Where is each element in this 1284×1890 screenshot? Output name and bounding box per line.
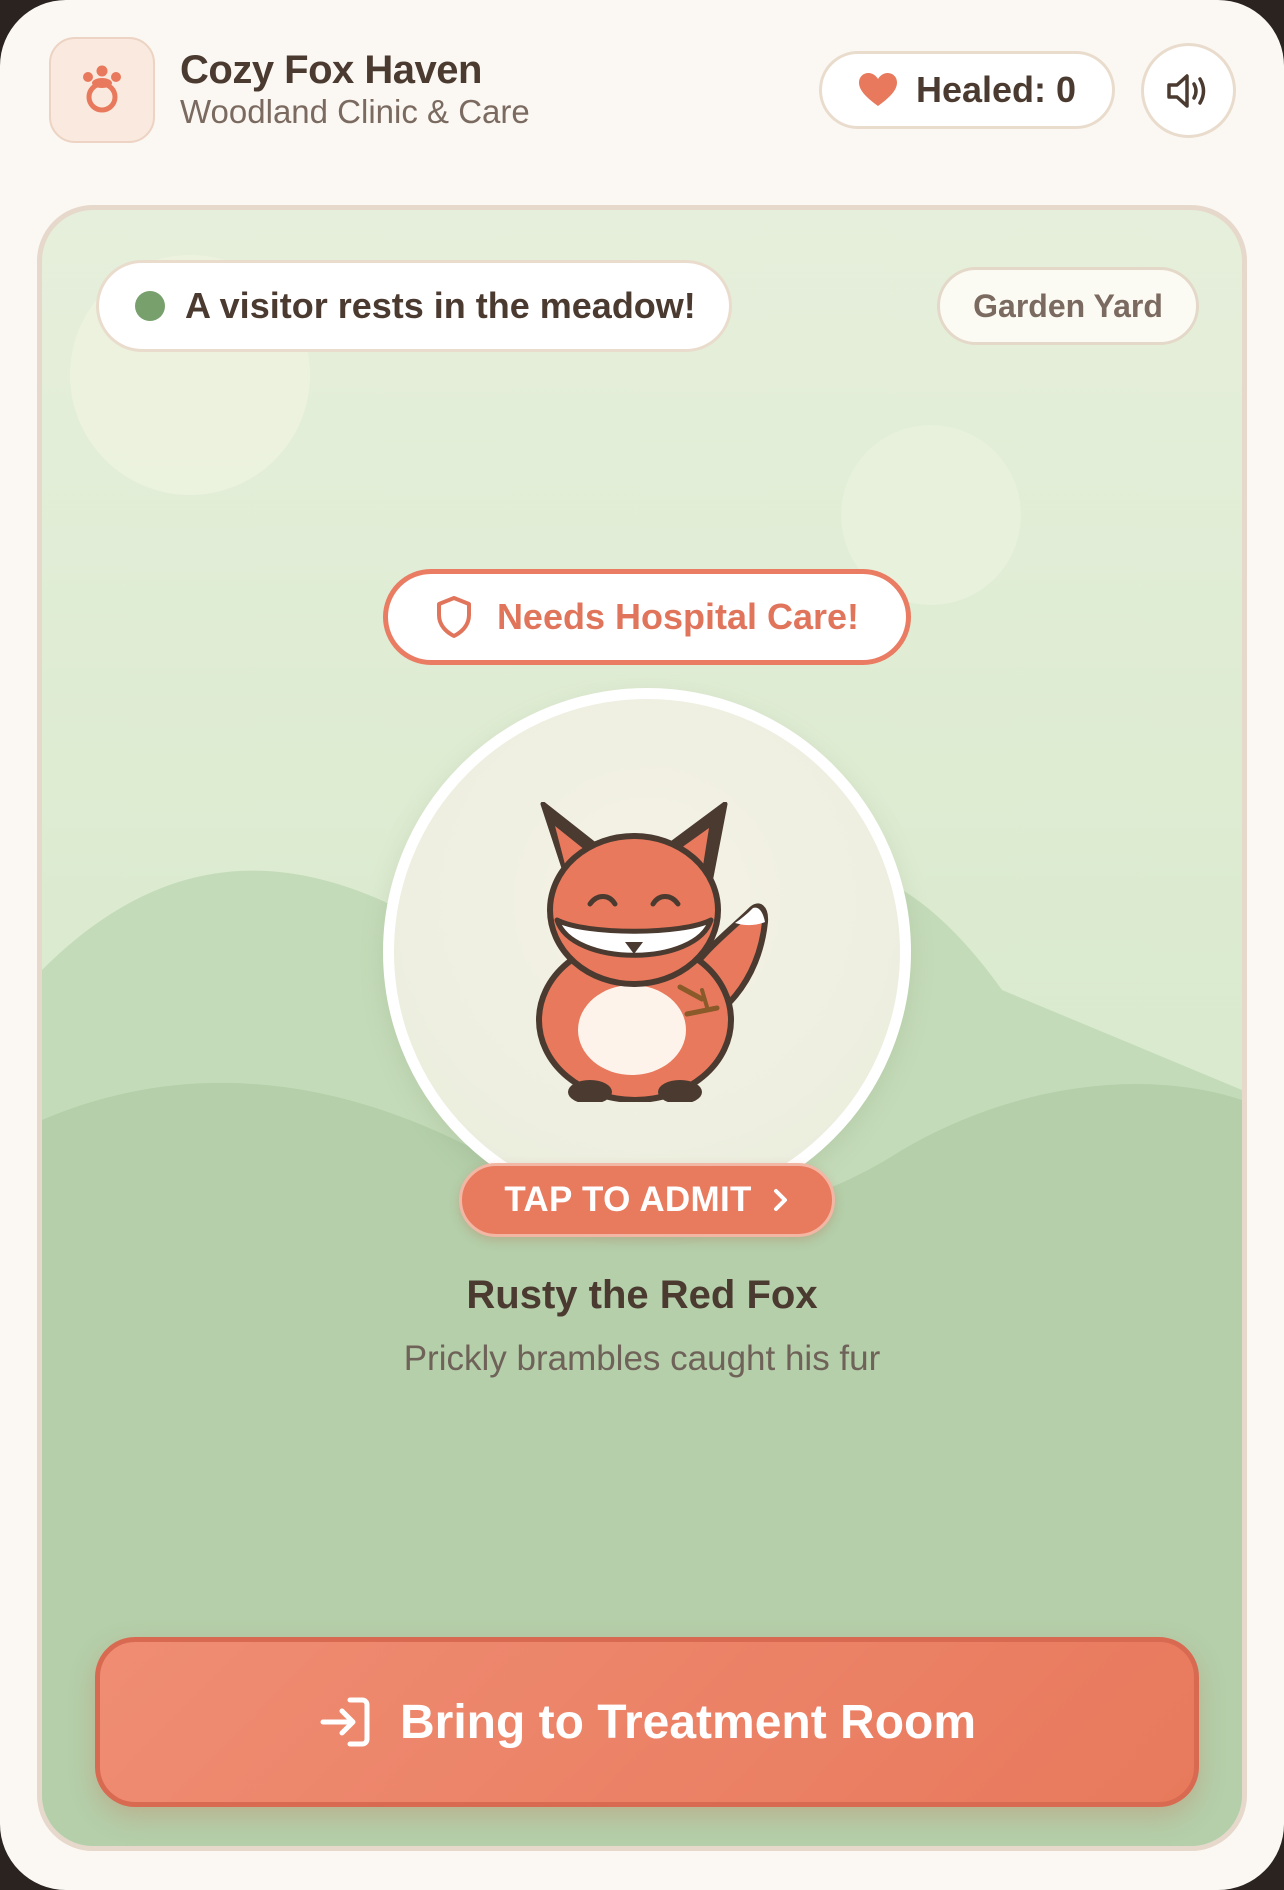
meadow-scene: A visitor rests in the meadow! Garden Ya… [37,205,1247,1851]
status-text: A visitor rests in the meadow! [185,285,696,326]
app-frame: Cozy Fox Haven Woodland Clinic & Care He… [0,0,1284,1890]
treatment-room-button[interactable]: Bring to Treatment Room [95,1637,1199,1807]
chevron-right-icon [773,1189,787,1211]
shield-icon [436,596,471,638]
heart-icon [858,73,897,106]
patient-portrait[interactable] [383,688,911,1216]
alert-text: Needs Hospital Care! [496,596,860,637]
app-subtitle: Woodland Clinic & Care [180,93,530,130]
app-title: Cozy Fox Haven [180,48,482,92]
patient-name: Rusty the Red Fox [466,1273,818,1317]
treatment-button-label: Bring to Treatment Room [399,1695,977,1749]
sound-toggle-button[interactable] [1141,43,1236,138]
admit-button[interactable]: TAP TO ADMIT [459,1163,835,1237]
location-badge: Garden Yard [937,267,1199,345]
admit-label: TAP TO ADMIT [504,1180,752,1219]
red-fox-icon [536,802,769,1102]
enter-icon [320,1697,370,1747]
care-alert-badge: Needs Hospital Care! [383,569,911,665]
patient-ailment: Prickly brambles caught his fur [403,1339,881,1378]
logo-tile [49,37,155,143]
speaker-icon [1166,73,1205,108]
status-banner: A visitor rests in the meadow! [96,260,732,352]
healed-counter: Healed: 0 [819,51,1115,129]
location-label: Garden Yard [973,287,1163,324]
status-dot [135,291,165,321]
paw-icon [83,65,121,113]
healed-label: Healed: 0 [915,69,1077,110]
